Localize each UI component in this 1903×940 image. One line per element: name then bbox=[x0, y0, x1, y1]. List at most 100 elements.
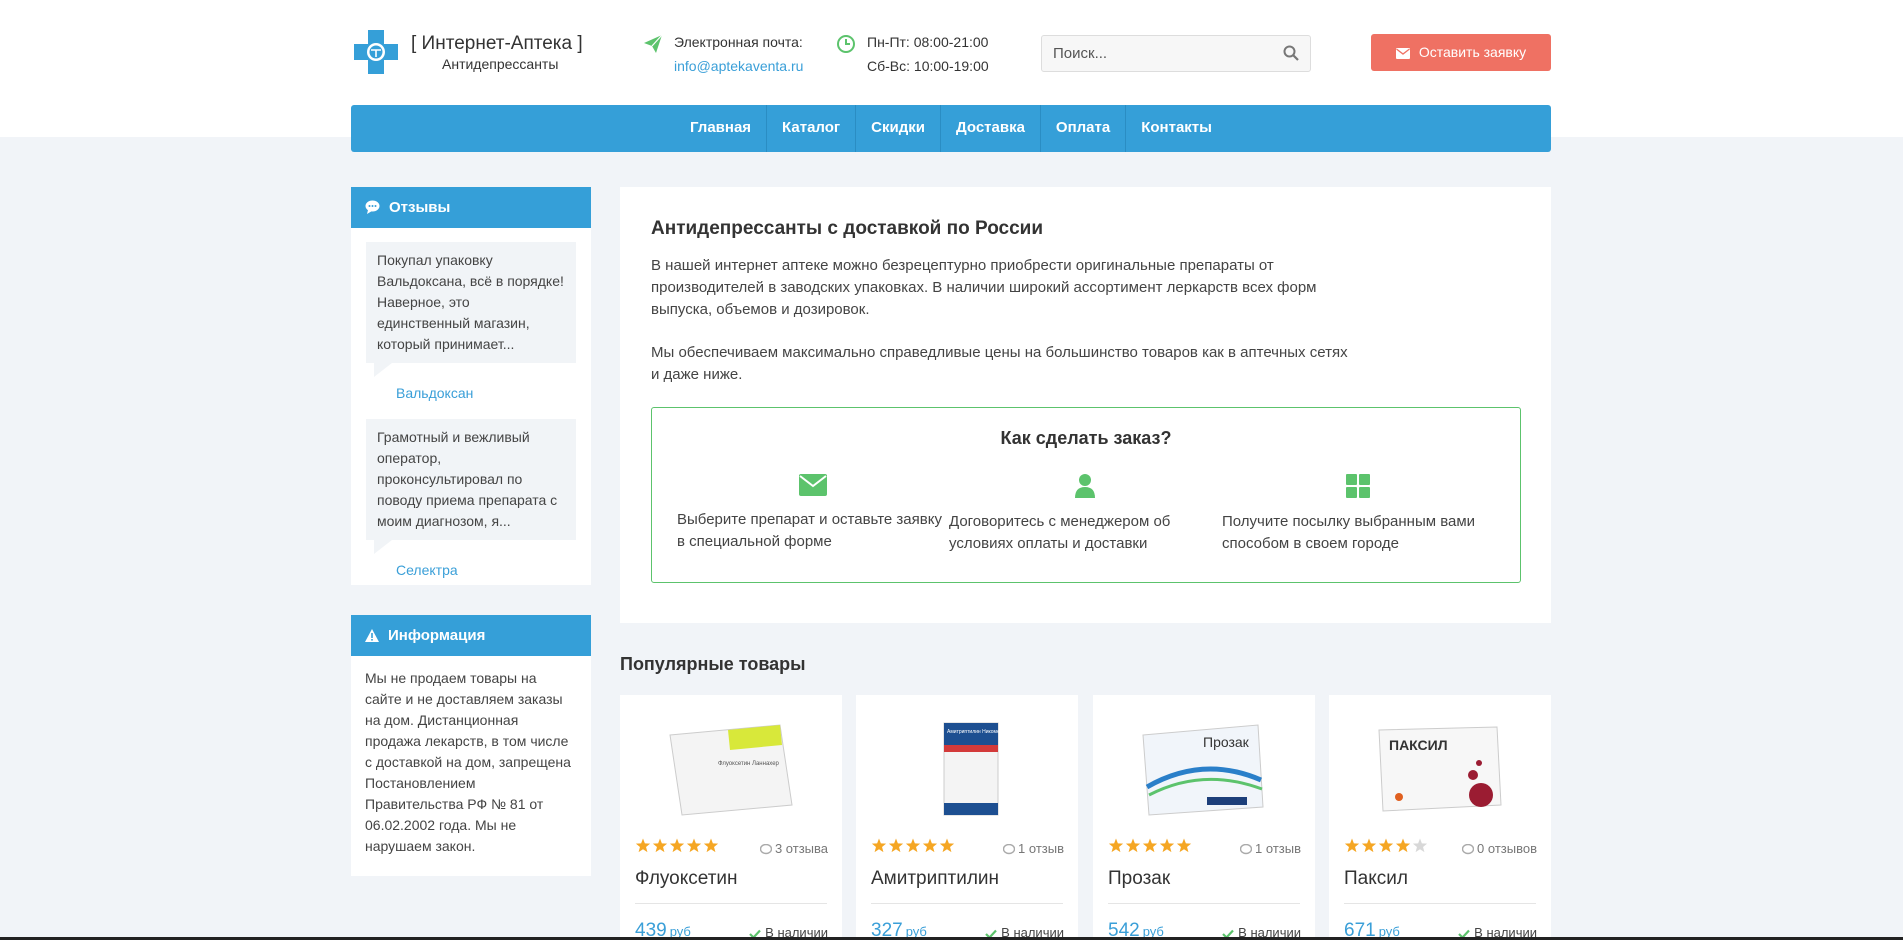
order-step: Выберите препарат и оставьте заявку в сп… bbox=[677, 474, 949, 553]
nav-delivery[interactable]: Доставка bbox=[941, 105, 1041, 152]
email-link[interactable]: info@aptekaventa.ru bbox=[674, 54, 803, 78]
main-content: Антидепрессанты с доставкой по России В … bbox=[620, 187, 1551, 623]
envelope-icon bbox=[799, 474, 827, 496]
product-image: Прозак bbox=[1142, 724, 1264, 816]
star-icon bbox=[1395, 838, 1411, 853]
box-label: Флуоксетин Ланнахер bbox=[718, 761, 780, 767]
star-icon bbox=[871, 838, 887, 853]
star-icon bbox=[939, 838, 955, 853]
info-panel: Информация Мы не продаем товары на сайте… bbox=[351, 615, 591, 876]
nav-home[interactable]: Главная bbox=[675, 105, 768, 152]
product-card[interactable]: ПАКСИЛ 0 отзывов Паксил 671 руб В наличии bbox=[1329, 695, 1551, 940]
star-icon bbox=[1125, 838, 1141, 853]
reviews-count[interactable]: 1 отзыв bbox=[1239, 841, 1301, 856]
main-nav: Главная Каталог Скидки Доставка Оплата Контак… bbox=[351, 105, 1551, 152]
order-step-text: Договоритесь с менеджером об условиях оп… bbox=[949, 513, 1171, 552]
star-icon bbox=[686, 838, 702, 853]
order-step-text: Получите посылку выбранным вами способом… bbox=[1222, 513, 1476, 552]
star-icon bbox=[888, 838, 904, 853]
star-icon bbox=[1344, 838, 1360, 853]
star-icon bbox=[922, 838, 938, 853]
grid-icon bbox=[1346, 474, 1370, 498]
envelope-icon bbox=[1395, 48, 1410, 59]
hours-weekend: Сб-Вс: 10:00-19:00 bbox=[867, 58, 989, 74]
nav-contacts[interactable]: Контакты bbox=[1126, 105, 1227, 152]
star-icon bbox=[635, 838, 651, 853]
star-icon bbox=[652, 838, 668, 853]
user-icon bbox=[1075, 474, 1095, 498]
reviews-panel: Отзывы Покупал упаковку Вальдоксана, всё… bbox=[351, 187, 591, 585]
leave-request-button[interactable]: Оставить заявку bbox=[1371, 34, 1551, 71]
order-step: Договоритесь с менеджером об условиях оп… bbox=[949, 474, 1221, 555]
info-text: Мы не продаем товары на сайте и не доста… bbox=[365, 670, 571, 854]
leave-request-label: Оставить заявку bbox=[1418, 44, 1527, 60]
nav-discounts[interactable]: Скидки bbox=[856, 105, 941, 152]
how-to-order-title: Как сделать заказ? bbox=[1000, 428, 1172, 448]
comment-icon bbox=[759, 843, 773, 855]
product-name[interactable]: Паксил bbox=[1344, 868, 1408, 890]
site-logo[interactable]: [ Интернет-Аптека ] Антидепрессанты bbox=[351, 28, 591, 78]
comment-icon bbox=[1239, 843, 1253, 855]
how-to-order-box: Как сделать заказ? Выберите препарат и о… bbox=[651, 407, 1521, 583]
comment-icon bbox=[1461, 843, 1475, 855]
info-panel-header: Информация bbox=[351, 615, 591, 656]
review-product-link[interactable]: Вальдоксан bbox=[396, 385, 591, 401]
search-input[interactable] bbox=[1042, 36, 1272, 71]
intro-paragraph: В нашей интернет аптеке можно безрецепту… bbox=[651, 257, 1317, 318]
rating-stars bbox=[1108, 838, 1192, 853]
box-label: Амитриптилин Никомед bbox=[947, 729, 1003, 735]
comment-icon bbox=[365, 200, 380, 214]
email-label: Электронная почта: bbox=[674, 34, 803, 50]
divider bbox=[1344, 903, 1536, 904]
product-image: Амитриптилин Никомед bbox=[943, 722, 1003, 816]
product-name[interactable]: Прозак bbox=[1108, 868, 1170, 890]
star-icon bbox=[1361, 838, 1377, 853]
hours-weekdays: Пн-Пт: 08:00-21:00 bbox=[867, 34, 989, 50]
reviews-count-label: 3 отзыва bbox=[774, 841, 828, 856]
star-icon bbox=[905, 838, 921, 853]
reviews-count[interactable]: 3 отзыва bbox=[759, 841, 828, 856]
product-name[interactable]: Амитриптилин bbox=[871, 868, 999, 890]
box-label: ПАКСИЛ bbox=[1389, 737, 1448, 753]
star-icon bbox=[1142, 838, 1158, 853]
reviews-panel-title: Отзывы bbox=[389, 199, 451, 216]
divider bbox=[635, 903, 827, 904]
star-icon bbox=[669, 838, 685, 853]
product-image: ПАКСИЛ bbox=[1378, 726, 1502, 812]
reviews-count-label: 1 отзыв bbox=[1255, 841, 1301, 856]
star-icon bbox=[1159, 838, 1175, 853]
logo-title: [ Интернет-Аптека ] bbox=[411, 33, 583, 54]
reviews-count[interactable]: 1 отзыв bbox=[1002, 841, 1064, 856]
product-image: Флуоксетин Ланнахер bbox=[669, 724, 793, 816]
order-step-text: Выберите препарат и оставьте заявку в сп… bbox=[677, 511, 942, 550]
reviews-count-label: 0 отзывов bbox=[1477, 841, 1537, 856]
nav-payment[interactable]: Оплата bbox=[1041, 105, 1127, 152]
star-icon bbox=[1412, 838, 1428, 853]
pharmacy-cross-icon bbox=[354, 30, 398, 74]
box-label: Прозак bbox=[1203, 734, 1250, 750]
warning-icon bbox=[365, 629, 379, 642]
nav-catalog[interactable]: Каталог bbox=[767, 105, 857, 152]
clock-icon bbox=[837, 35, 855, 53]
info-panel-title: Информация bbox=[388, 627, 486, 644]
product-card[interactable]: Амитриптилин Никомед 1 отзыв Амитриптили… bbox=[856, 695, 1078, 940]
page-title: Антидепрессанты с доставкой по России bbox=[651, 218, 1044, 239]
star-icon bbox=[1108, 838, 1124, 853]
search-box bbox=[1041, 35, 1311, 72]
search-icon[interactable] bbox=[1282, 44, 1300, 62]
reviews-count-label: 1 отзыв bbox=[1018, 841, 1064, 856]
product-card[interactable]: Флуоксетин Ланнахер 3 отзыва Флуоксетин … bbox=[620, 695, 842, 940]
review-item: Грамотный и вежливый оператор, проконсул… bbox=[366, 419, 576, 554]
rating-stars bbox=[635, 838, 719, 853]
box-accent bbox=[944, 745, 998, 752]
product-name[interactable]: Флуоксетин bbox=[635, 868, 738, 890]
divider bbox=[1108, 903, 1300, 904]
product-card[interactable]: Прозак 1 отзыв Прозак 542 руб В наличии bbox=[1093, 695, 1315, 940]
prices-paragraph: Мы обеспечиваем максимально справедливые… bbox=[651, 344, 1348, 383]
star-icon bbox=[1378, 838, 1394, 853]
review-product-link[interactable]: Селектра bbox=[396, 562, 591, 578]
reviews-count[interactable]: 0 отзывов bbox=[1461, 841, 1537, 856]
reviews-panel-header: Отзывы bbox=[351, 187, 591, 228]
paper-plane-icon bbox=[644, 34, 663, 53]
order-step: Получите посылку выбранным вами способом… bbox=[1222, 474, 1494, 555]
